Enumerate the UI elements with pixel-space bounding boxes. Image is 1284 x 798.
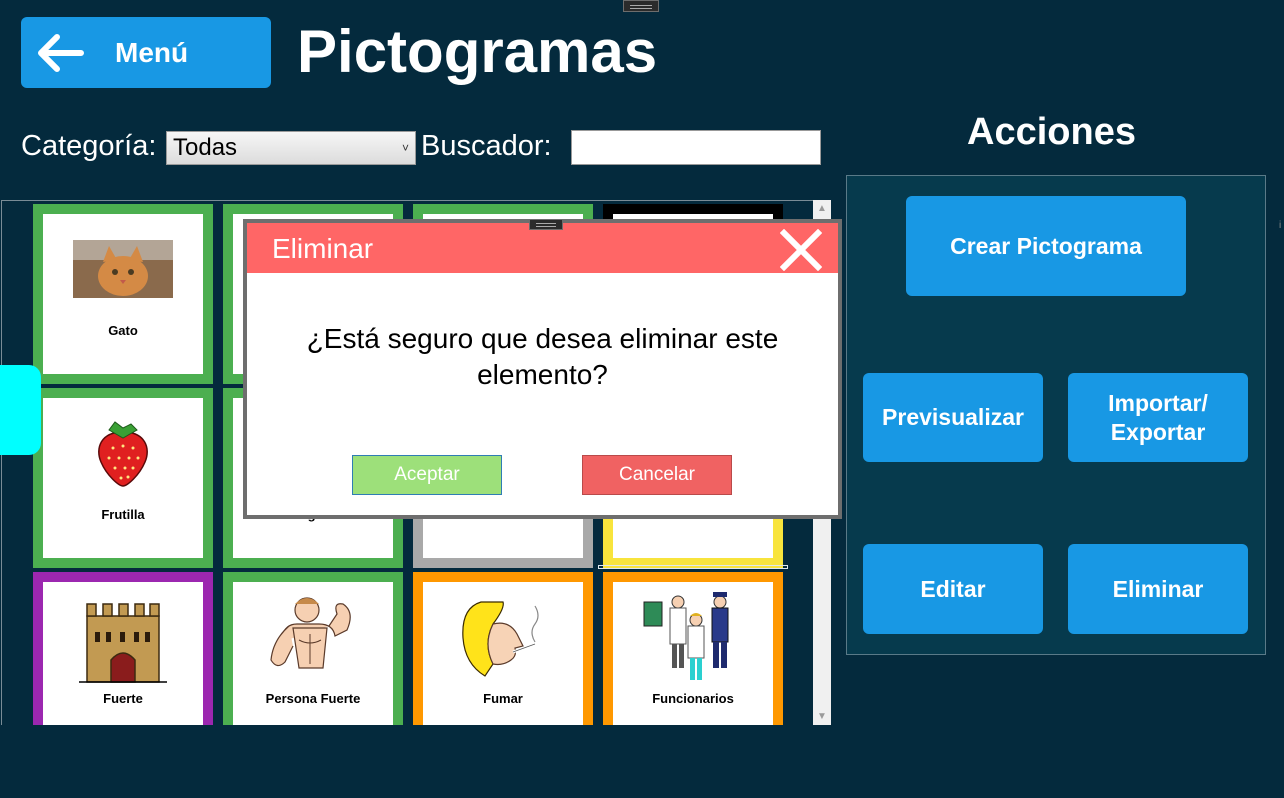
dialog-header[interactable]: Eliminar	[247, 223, 838, 273]
pictogram-card-fumar[interactable]: Fumar	[413, 572, 593, 725]
actions-title: Acciones	[967, 111, 1136, 153]
selection-outline	[598, 565, 788, 569]
scroll-down-icon[interactable]: ▼	[813, 708, 831, 725]
strong-person-icon	[270, 597, 351, 669]
search-label: Buscador:	[421, 130, 552, 162]
edit-button[interactable]: Editar	[863, 544, 1043, 634]
card-label: Persona Fuerte	[265, 691, 361, 706]
side-tab[interactable]	[0, 365, 41, 455]
cancel-button[interactable]: Cancelar	[582, 455, 732, 495]
chevron-down-icon: ˅	[401, 141, 409, 155]
import-export-button[interactable]: Importar/ Exportar	[1068, 373, 1248, 462]
pictogram-card-funcionarios[interactable]: Funcionarios	[603, 572, 783, 725]
search-input[interactable]	[571, 130, 821, 165]
dialog-message-line2: elemento?	[477, 359, 608, 390]
pictogram-card-fuerte[interactable]: Fuerte	[33, 572, 213, 725]
edge-marker: i	[1279, 220, 1282, 231]
page-title: Pictogramas	[297, 18, 658, 85]
card-label: Fuerte	[103, 691, 143, 706]
arrow-left-icon	[38, 33, 84, 72]
create-pictogram-button[interactable]: Crear Pictograma	[906, 196, 1186, 296]
import-export-label-line1: Importar/	[1108, 389, 1208, 416]
preview-button[interactable]: Previsualizar	[863, 373, 1043, 462]
cat-photo-icon	[73, 240, 173, 298]
card-label: Frutilla	[101, 507, 145, 522]
close-icon[interactable]	[780, 229, 822, 271]
import-export-label-line2: Exportar	[1110, 418, 1206, 445]
pictogram-card-frutilla[interactable]: Frutilla	[33, 388, 213, 568]
category-select[interactable]: Todas ˅	[166, 131, 416, 165]
window-drag-handle[interactable]	[623, 0, 659, 12]
pictogram-card-persona-fuerte[interactable]: Persona Fuerte	[223, 572, 403, 725]
dialog-title: Eliminar	[272, 233, 374, 264]
delete-confirm-dialog: Eliminar ¿Está seguro que desea eliminar…	[243, 219, 842, 519]
dialog-message-line1: ¿Está seguro que desea eliminar este	[306, 323, 779, 354]
officials-icon	[643, 592, 729, 680]
card-label: Gato	[108, 323, 138, 338]
card-label: Funcionarios	[652, 691, 734, 706]
card-label: Fumar	[483, 691, 523, 706]
castle-icon	[79, 603, 167, 683]
dialog-message: ¿Está seguro que desea eliminar este ele…	[267, 321, 818, 393]
delete-button[interactable]: Eliminar	[1068, 544, 1248, 634]
dialog-drag-handle[interactable]	[529, 219, 563, 230]
category-selected-value: Todas	[173, 134, 238, 161]
category-label: Categoría:	[21, 130, 157, 162]
strawberry-icon	[98, 421, 148, 487]
menu-label: Menú	[115, 36, 189, 68]
menu-back-button[interactable]: Menú	[21, 17, 271, 88]
pictogram-card-gato[interactable]: Gato	[33, 204, 213, 384]
accept-button[interactable]: Aceptar	[352, 455, 502, 495]
scroll-up-icon[interactable]: ▲	[813, 200, 831, 217]
smoking-person-icon	[462, 601, 539, 677]
